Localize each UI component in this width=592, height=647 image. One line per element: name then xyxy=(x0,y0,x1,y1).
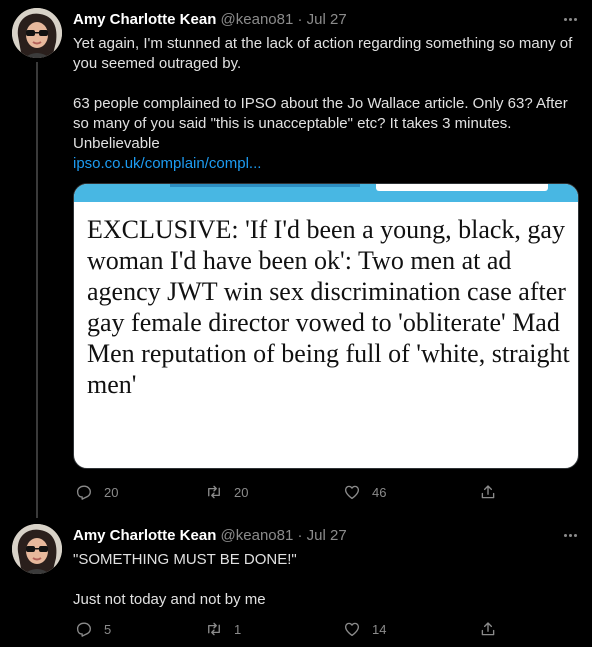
like-count: 14 xyxy=(372,621,387,637)
retweet-button[interactable]: 1 xyxy=(205,619,241,639)
card-header-strip xyxy=(74,184,578,202)
tweet[interactable]: Amy Charlotte Kean @keano81 · Jul 27 "SO… xyxy=(0,518,592,647)
tweet-text: "SOMETHING MUST BE DONE!" Just not today… xyxy=(73,550,578,610)
share-button[interactable] xyxy=(479,482,497,502)
avatar[interactable] xyxy=(12,8,62,58)
like-count: 46 xyxy=(372,484,387,500)
card-headline: EXCLUSIVE: 'If I'd been a young, black, … xyxy=(87,215,570,399)
author-name[interactable]: Amy Charlotte Kean xyxy=(73,527,216,544)
share-button[interactable] xyxy=(479,619,497,639)
share-icon xyxy=(481,485,495,499)
tweet-link[interactable]: ipso.co.uk/complain/compl... xyxy=(73,154,578,174)
reply-button[interactable]: 5 xyxy=(75,619,111,639)
retweet-count: 20 xyxy=(234,484,249,500)
retweet-icon xyxy=(208,485,220,499)
tweet-header: Amy Charlotte Kean @keano81 · Jul 27 xyxy=(73,10,347,30)
tweet-actions: 5 1 14 xyxy=(75,619,515,639)
tweet-text: Yet again, I'm stunned at the lack of ac… xyxy=(73,34,578,174)
avatar[interactable] xyxy=(12,524,62,574)
retweet-icon xyxy=(208,622,220,636)
reply-button[interactable]: 20 xyxy=(75,482,118,502)
tweet-header: Amy Charlotte Kean @keano81 · Jul 27 xyxy=(73,526,347,546)
more-icon[interactable] xyxy=(560,9,580,29)
reply-count: 20 xyxy=(104,484,119,500)
more-icon[interactable] xyxy=(560,525,580,545)
share-icon xyxy=(481,622,495,636)
heart-icon xyxy=(344,485,360,500)
tweet-paragraph: "SOMETHING MUST BE DONE!" xyxy=(73,551,297,568)
like-button[interactable]: 46 xyxy=(343,482,386,502)
reply-icon xyxy=(76,485,91,500)
tweet-meta[interactable]: @keano81 · Jul 27 xyxy=(221,527,347,544)
link-card-image[interactable]: EXCLUSIVE: 'If I'd been a young, black, … xyxy=(73,183,579,469)
tweet-actions: 20 20 46 xyxy=(75,482,515,502)
author-name[interactable]: Amy Charlotte Kean xyxy=(73,11,216,28)
tweet-paragraph: Yet again, I'm stunned at the lack of ac… xyxy=(73,35,573,72)
tweet-paragraph: 63 people complained to IPSO about the J… xyxy=(73,95,568,152)
reply-icon xyxy=(76,622,91,637)
tweet-meta[interactable]: @keano81 · Jul 27 xyxy=(221,11,347,28)
like-button[interactable]: 14 xyxy=(343,619,386,639)
thread-line xyxy=(36,62,38,518)
heart-icon xyxy=(344,622,360,637)
retweet-button[interactable]: 20 xyxy=(205,482,248,502)
tweet-paragraph: Just not today and not by me xyxy=(73,591,266,608)
reply-count: 5 xyxy=(104,621,112,637)
retweet-count: 1 xyxy=(234,621,242,637)
tweet[interactable]: Amy Charlotte Kean @keano81 · Jul 27 Yet… xyxy=(0,0,592,518)
